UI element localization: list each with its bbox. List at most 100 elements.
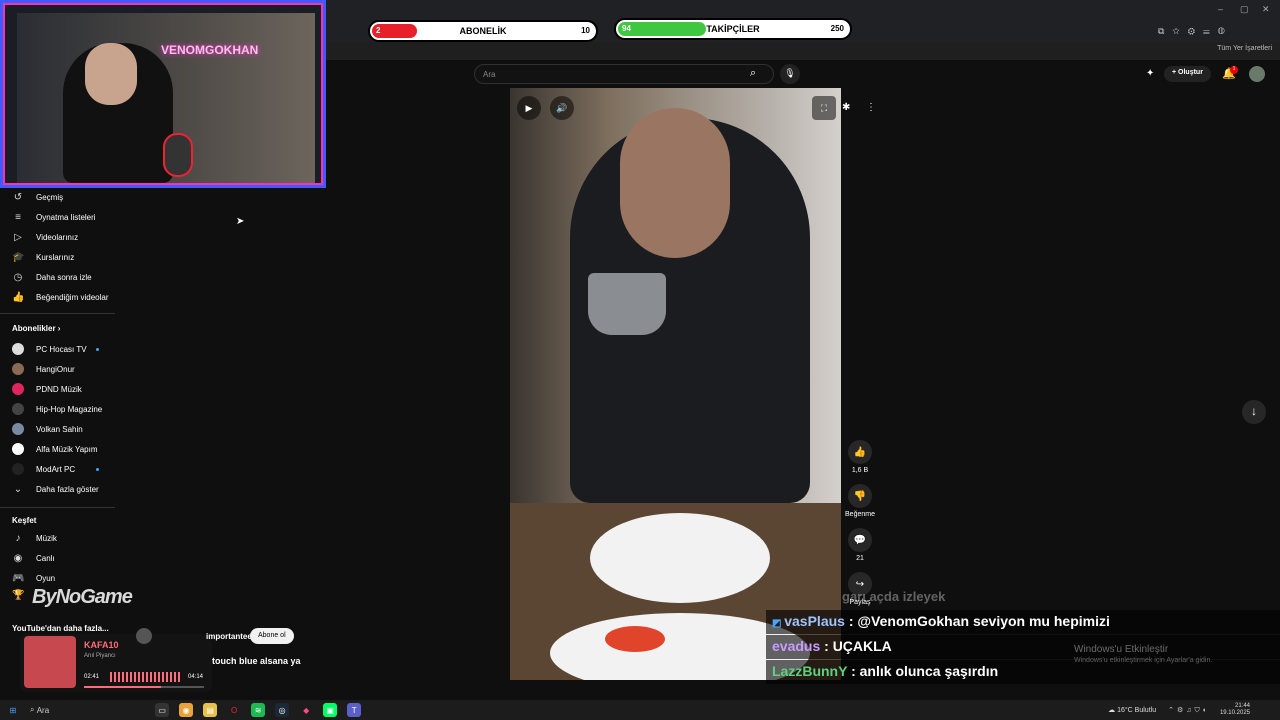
music-player-widget: KAFA10 Anıl Piyancı 02:41 04:14 [20,634,212,692]
like-count: 1,6 B [851,467,869,474]
volume-icon[interactable]: 🔊 [550,96,574,120]
play-button[interactable]: ▶ [517,96,541,120]
fullscreen-icon[interactable]: ⛶ [812,96,836,120]
live-dot [96,468,99,471]
subscription-item[interactable]: HangiOnur [12,359,75,379]
sidebar-item-label: Daha sonra izle [36,272,92,282]
clock-time: 21:44 [1234,703,1250,709]
channel-name[interactable]: importantee [206,632,252,641]
chat-text: : UÇAKLA [824,638,892,654]
channel-avatar [12,443,24,455]
subscription-label: ABONELİK [459,26,507,36]
spotify-icon[interactable]: ≋ [251,703,266,717]
subscription-item[interactable]: PC Hocası TV [12,339,87,359]
activation-watermark-subtitle: Windows'u etkinleştirmek için Ayarlar'a … [1074,657,1213,664]
like-button[interactable]: 👍 [848,440,872,464]
search-icon[interactable]: ⌕ [750,67,756,80]
more-options-icon[interactable]: ⋮ [866,102,876,113]
system-tray-icons[interactable]: ⌃⚙♫⛉◐ [1168,706,1210,715]
sidebar-item-courses[interactable]: 🎓 Kurslarınız [12,247,74,267]
plate [590,513,770,603]
album-cover [24,636,76,688]
subscribe-button[interactable]: Abone ol [250,628,294,644]
follower-label: TAKİPÇİLER [706,24,760,34]
sidebar-item-label: Kurslarınız [36,252,75,262]
weather-widget[interactable]: ☁ 16°C Bulutlu [1108,706,1156,714]
bynogame-logo: ByNoGame [32,586,133,608]
live-icon: ◉ [13,552,23,564]
notification-badge: 1 [1230,66,1238,74]
comment-button[interactable]: 💬 [848,528,872,552]
steam-icon[interactable]: ◎ [275,703,290,717]
channel-name: PDND Müzik [36,384,82,394]
sidebar-item-music[interactable]: ♪ Müzik [12,528,57,548]
subscription-item[interactable]: Hip-Hop Magazine [12,399,102,419]
search-input[interactable]: Ara [474,64,774,84]
sidebar-item-history[interactable]: ↺ Geçmiş [12,187,63,207]
subscriptions-heading[interactable]: Abonelikler › [12,324,60,333]
subscription-item[interactable]: Volkan Sahin [12,419,83,439]
channel-avatar[interactable] [136,628,152,644]
create-button[interactable]: + Oluştur [1164,66,1211,82]
sidebar-item-label: Canlı [36,553,55,563]
next-short-button[interactable]: ↓ [1242,400,1266,424]
explore-heading: Keşfet [12,516,37,525]
short-caption: touch blue alsana ya [212,656,301,666]
bookmarks-folder[interactable]: Tüm Yer İşaretleri [1217,45,1272,52]
subscription-goal-bar: 2 ABONELİK 10 [368,20,598,42]
chat-username: evadus [772,638,821,654]
microphone-icon[interactable]: 🎙 [780,64,800,84]
sidebar-item-liked-videos[interactable]: 👍 Beğendiğim videolar [12,287,109,307]
app-icon[interactable]: ◆ [299,703,313,717]
folder-icon[interactable]: ▤ [203,703,218,717]
short-video-player[interactable]: ▶ 🔊 ⛶ [510,88,841,680]
cast-icon[interactable]: ✦ [1146,68,1154,79]
taskbar-search[interactable]: ⌕ Ara [30,703,49,717]
minimize-button[interactable]: – [1218,4,1223,14]
track-title: KAFA10 [84,640,119,650]
show-more-button[interactable]: ⌄ Daha fazla göster [12,479,99,499]
close-button[interactable]: ✕ [1262,4,1270,15]
app-icon[interactable]: ▣ [323,703,338,717]
sidebar-item-label: Geçmiş [36,192,64,202]
sidebar-item-label: Müzik [36,533,57,543]
sidebar-item-your-videos[interactable]: ▷ Videolarınız [12,227,78,247]
activation-watermark-title: Windows'u Etkinleştir [1074,644,1169,655]
subscription-item[interactable]: Alfa Müzik Yapım [12,439,98,459]
webcam-overlay: VENOMGOKHAN [0,0,326,188]
sidebar-item-live[interactable]: ◉ Canlı [12,548,55,568]
dislike-label: Beğenme [845,511,875,518]
subscription-item[interactable]: PDND Müzik [12,379,82,399]
mouse-cursor-icon: ➤ [236,216,245,227]
sidebar-item-watch-later[interactable]: ◷ Daha sonra izle [12,267,92,287]
maximize-button[interactable]: ▢ [1240,4,1249,15]
game-icon: 🎮 [12,572,25,584]
create-label: Oluştur [1178,69,1203,76]
sidebar-item-playlists[interactable]: ≡ Oynatma listeleri [12,207,96,227]
chat-text: : anlık olunca şaşırdın [851,663,999,679]
waveform [110,672,180,682]
live-dot [96,348,99,351]
dislike-button[interactable]: 👎 [848,484,872,508]
browser-toolbar-icons[interactable]: ⧉☆⚙☰◍ [1158,26,1233,37]
teams-icon[interactable]: T [347,703,362,717]
chrome-icon[interactable]: ◉ [179,703,194,717]
settings-icon[interactable]: ✱ [842,102,850,113]
channel-name: Volkan Sahin [36,424,83,434]
chat-username: LazzBunnY [772,663,848,679]
sidebar-item-gaming[interactable]: 🎮 Oyun [12,568,55,588]
avatar[interactable] [1249,66,1265,82]
video-icon: ▷ [14,231,22,243]
history-icon: ↺ [13,191,23,203]
taskbar: ⊞ ⌕ Ara ▭ ◉ ▤ O ≋ ◎ ◆ ▣ T ☁ 16°C Bulutlu… [0,700,1280,720]
start-icon[interactable]: ⊞ [6,703,20,717]
opera-icon[interactable]: O [227,703,241,717]
video-face [620,108,730,258]
task-view-icon[interactable]: ▭ [155,703,170,717]
comment-count: 21 [856,555,864,562]
channel-name: Alfa Müzik Yapım [36,444,98,454]
subscription-item[interactable]: ModArt PC [12,459,75,479]
comment-icon: 💬 [853,534,867,546]
clock[interactable]: 21:44 19.10.2025 [1220,703,1250,717]
follower-goal-bar: 94 TAKİPÇİLER 250 [614,18,852,40]
